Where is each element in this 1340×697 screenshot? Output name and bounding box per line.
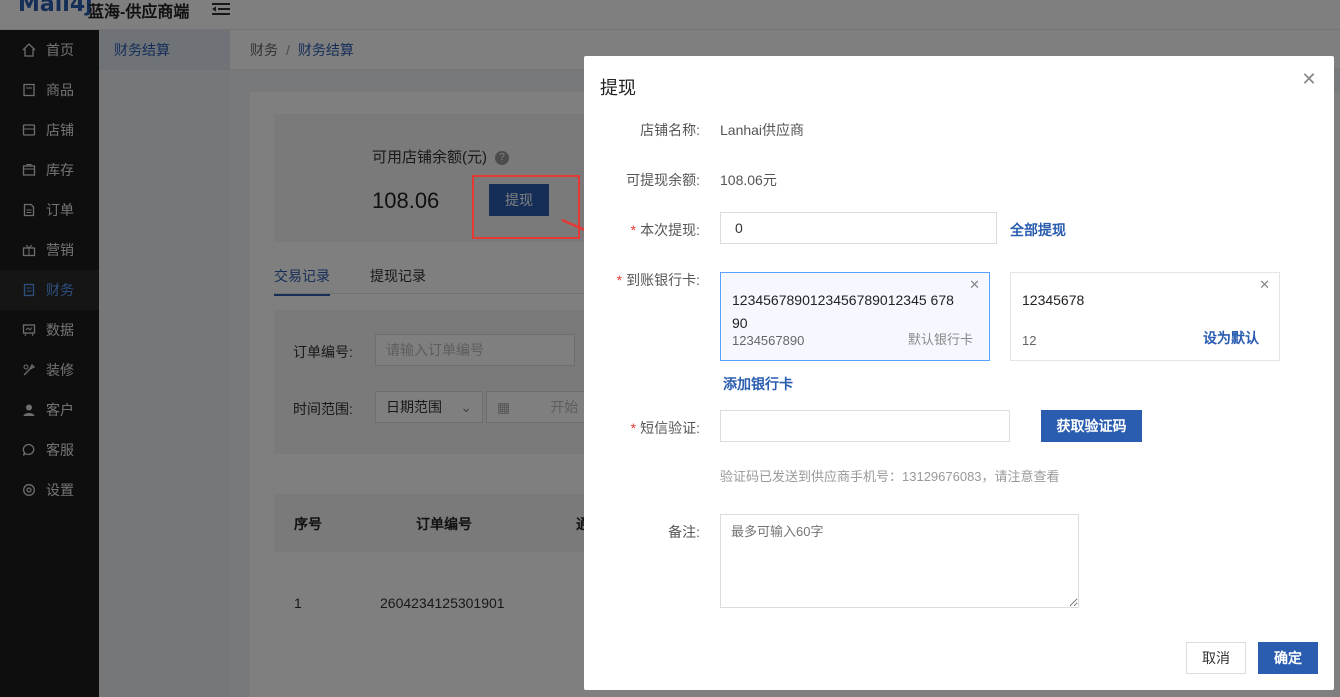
available-balance-value: 108.06元 xyxy=(720,172,777,188)
card-holder: 1234567890 xyxy=(732,333,805,348)
dialog-title: 提现 xyxy=(600,78,636,98)
amount-label: * 本次提现: xyxy=(630,222,700,238)
amount-input[interactable] xyxy=(720,212,997,244)
bank-card-default[interactable]: 1234567890123456789012345 67890 12345678… xyxy=(720,272,990,361)
bank-card-label: * 到账银行卡: xyxy=(616,272,700,288)
get-code-button[interactable]: 获取验证码 xyxy=(1041,410,1142,442)
card-number: 12345678 xyxy=(1022,292,1085,308)
withdraw-dialog: 提现 ✕ 店铺名称: Lanhai供应商 可提现余额: 108.06元 * 本次提… xyxy=(584,56,1334,690)
bank-card-second[interactable]: 12345678 12 设为默认 ✕ xyxy=(1010,272,1280,361)
sms-label: * 短信验证: xyxy=(630,420,700,436)
remark-textarea[interactable] xyxy=(720,514,1079,608)
withdraw-all-link[interactable]: 全部提现 xyxy=(1010,220,1066,240)
remark-label: 备注: xyxy=(668,524,700,540)
default-card-tag: 默认银行卡 xyxy=(907,332,973,347)
sms-hint: 验证码已发送到供应商手机号：13129676083，请注意查看 xyxy=(720,469,1060,484)
card-holder: 12 xyxy=(1022,333,1037,348)
confirm-button[interactable]: 确定 xyxy=(1258,642,1318,674)
add-bank-card-link[interactable]: 添加银行卡 xyxy=(723,374,793,394)
close-icon[interactable]: ✕ xyxy=(1259,277,1270,293)
shop-name-label: 店铺名称: xyxy=(640,122,700,138)
cancel-button[interactable]: 取消 xyxy=(1186,642,1246,674)
sms-code-input[interactable] xyxy=(720,410,1010,442)
close-icon[interactable]: ✕ xyxy=(1298,68,1320,90)
close-icon[interactable]: ✕ xyxy=(969,277,980,293)
set-default-link[interactable]: 设为默认 xyxy=(1203,328,1259,348)
available-balance-label: 可提现余额: xyxy=(626,172,700,188)
shop-name-value: Lanhai供应商 xyxy=(720,122,805,138)
